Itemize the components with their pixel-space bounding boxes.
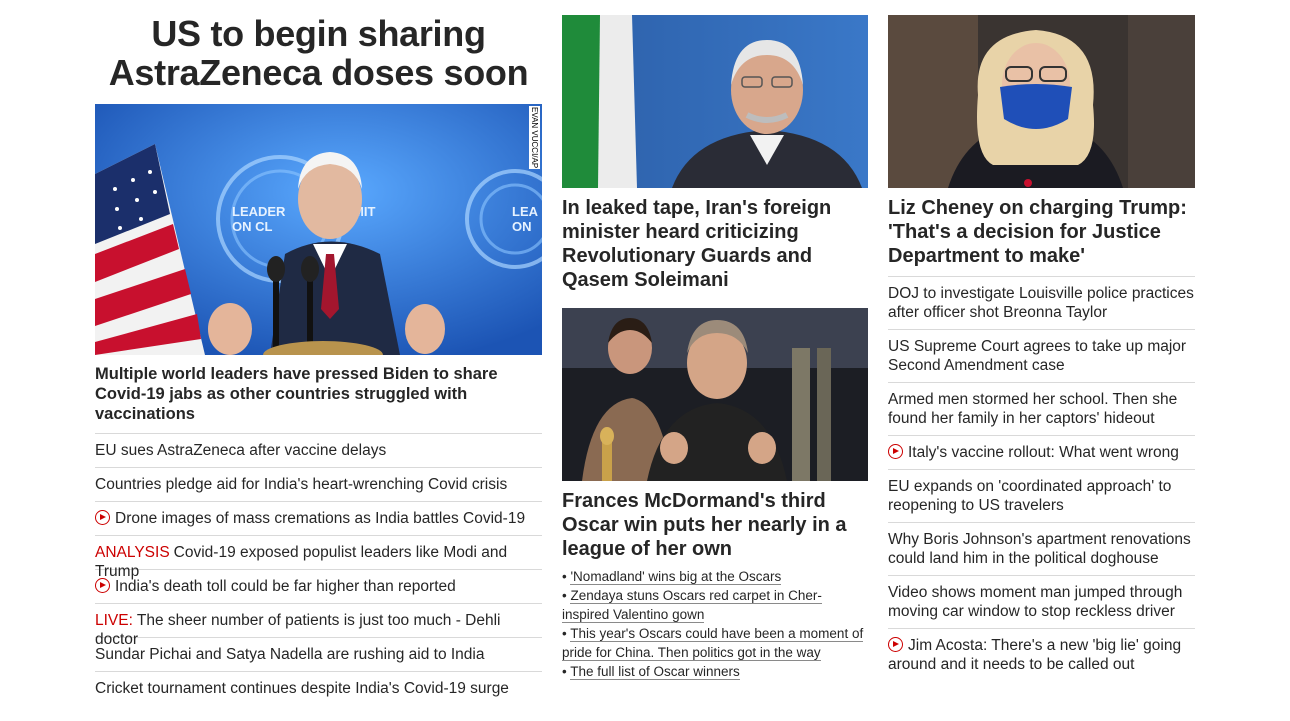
list-item[interactable]: DOJ to investigate Louisville police pra…: [888, 277, 1195, 330]
svg-text:ON CL: ON CL: [232, 219, 273, 234]
zarif-image[interactable]: [562, 15, 868, 188]
link-text[interactable]: EU sues AstraZeneca after vaccine delays: [95, 442, 386, 459]
list-item[interactable]: Armed men stormed her school. Then she f…: [888, 383, 1195, 436]
link-text[interactable]: Cricket tournament continues despite Ind…: [95, 680, 509, 697]
right-related-links: DOJ to investigate Louisville police pra…: [888, 277, 1195, 681]
list-item[interactable]: • This year's Oscars could have been a m…: [562, 624, 868, 662]
list-item[interactable]: Cricket tournament continues despite Ind…: [95, 672, 542, 706]
svg-text:LEA: LEA: [512, 204, 539, 219]
link-text[interactable]: EU expands on 'coordinated approach' to …: [888, 478, 1171, 514]
oscars-related-links: • 'Nomadland' wins big at the Oscars • Z…: [562, 567, 868, 681]
lead-headline[interactable]: US to begin sharing AstraZeneca doses so…: [95, 14, 542, 92]
photo-credit: EVAN VUCCI/AP: [529, 106, 540, 170]
lead-story-column: US to begin sharing AstraZeneca doses so…: [95, 0, 542, 706]
live-label: LIVE:: [95, 612, 133, 629]
list-item[interactable]: Italy's vaccine rollout: What went wrong: [888, 436, 1195, 470]
hero-caption[interactable]: Multiple world leaders have pressed Bide…: [95, 364, 542, 434]
play-video-icon: [888, 444, 903, 459]
list-item[interactable]: • Zendaya stuns Oscars red carpet in Che…: [562, 586, 868, 624]
list-item[interactable]: • 'Nomadland' wins big at the Oscars: [562, 567, 868, 586]
play-video-icon: [95, 510, 110, 525]
middle-column: In leaked tape, Iran's foreign minister …: [562, 0, 868, 681]
lead-headline-link[interactable]: US to begin sharing AstraZeneca doses so…: [109, 13, 529, 93]
link-text[interactable]: Sundar Pichai and Satya Nadella are rush…: [95, 646, 484, 663]
biden-hero-image[interactable]: LEADER ON CL MIT LEA ON EVAN VUCCI/AP: [95, 104, 542, 355]
lead-related-links: EU sues AstraZeneca after vaccine delays…: [95, 434, 542, 706]
list-item[interactable]: Drone images of mass cremations as India…: [95, 502, 542, 536]
play-video-icon: [95, 578, 110, 593]
list-item[interactable]: EU expands on 'coordinated approach' to …: [888, 470, 1195, 523]
link-text[interactable]: DOJ to investigate Louisville police pra…: [888, 285, 1194, 321]
mcdormand-story-headline[interactable]: Frances McDormand's third Oscar win puts…: [562, 489, 868, 561]
zarif-image-illustration: [562, 15, 868, 188]
list-item[interactable]: Why Boris Johnson's apartment renovation…: [888, 523, 1195, 576]
link-text[interactable]: Countries pledge aid for India's heart-w…: [95, 476, 507, 493]
link-text[interactable]: Italy's vaccine rollout: What went wrong: [908, 444, 1179, 461]
list-item[interactable]: ANALYSIS Covid-19 exposed populist leader…: [95, 536, 542, 580]
cheney-story-headline[interactable]: Liz Cheney on charging Trump: 'That's a …: [888, 196, 1195, 277]
link-text[interactable]: 'Nomadland' wins big at the Oscars: [570, 569, 782, 585]
list-item[interactable]: Jim Acosta: There's a new 'big lie' goin…: [888, 629, 1195, 681]
cheney-image[interactable]: [888, 15, 1195, 188]
svg-text:LEADER: LEADER: [232, 204, 286, 219]
right-column: Liz Cheney on charging Trump: 'That's a …: [888, 0, 1195, 681]
list-item[interactable]: EU sues AstraZeneca after vaccine delays: [95, 434, 542, 468]
svg-text:ON: ON: [512, 219, 532, 234]
link-text[interactable]: Why Boris Johnson's apartment renovation…: [888, 531, 1191, 567]
list-item[interactable]: Countries pledge aid for India's heart-w…: [95, 468, 542, 502]
list-item[interactable]: US Supreme Court agrees to take up major…: [888, 330, 1195, 383]
link-text[interactable]: Video shows moment man jumped through mo…: [888, 584, 1182, 620]
analysis-label: ANALYSIS: [95, 544, 170, 561]
link-text[interactable]: Jim Acosta: There's a new 'big lie' goin…: [888, 637, 1181, 673]
hero-image-illustration: LEADER ON CL MIT LEA ON: [95, 104, 542, 355]
play-video-icon: [888, 637, 903, 652]
link-text[interactable]: Armed men stormed her school. Then she f…: [888, 391, 1177, 427]
mcdormand-image-illustration: [562, 308, 868, 481]
list-item[interactable]: Sundar Pichai and Satya Nadella are rush…: [95, 638, 542, 672]
list-item[interactable]: • The full list of Oscar winners: [562, 662, 868, 681]
cheney-image-illustration: [888, 15, 1195, 188]
link-text[interactable]: This year's Oscars could have been a mom…: [562, 626, 864, 661]
link-text[interactable]: The full list of Oscar winners: [570, 664, 740, 680]
mcdormand-image[interactable]: [562, 308, 868, 481]
link-text[interactable]: US Supreme Court agrees to take up major…: [888, 338, 1186, 374]
link-text[interactable]: Drone images of mass cremations as India…: [115, 510, 525, 527]
list-item[interactable]: LIVE: The sheer number of patients is jus…: [95, 604, 542, 648]
list-item[interactable]: Video shows moment man jumped through mo…: [888, 576, 1195, 629]
link-text[interactable]: Zendaya stuns Oscars red carpet in Cher-…: [562, 588, 822, 623]
iran-story-headline[interactable]: In leaked tape, Iran's foreign minister …: [562, 196, 868, 292]
link-text[interactable]: India's death toll could be far higher t…: [115, 578, 456, 595]
list-item[interactable]: India's death toll could be far higher t…: [95, 570, 542, 604]
